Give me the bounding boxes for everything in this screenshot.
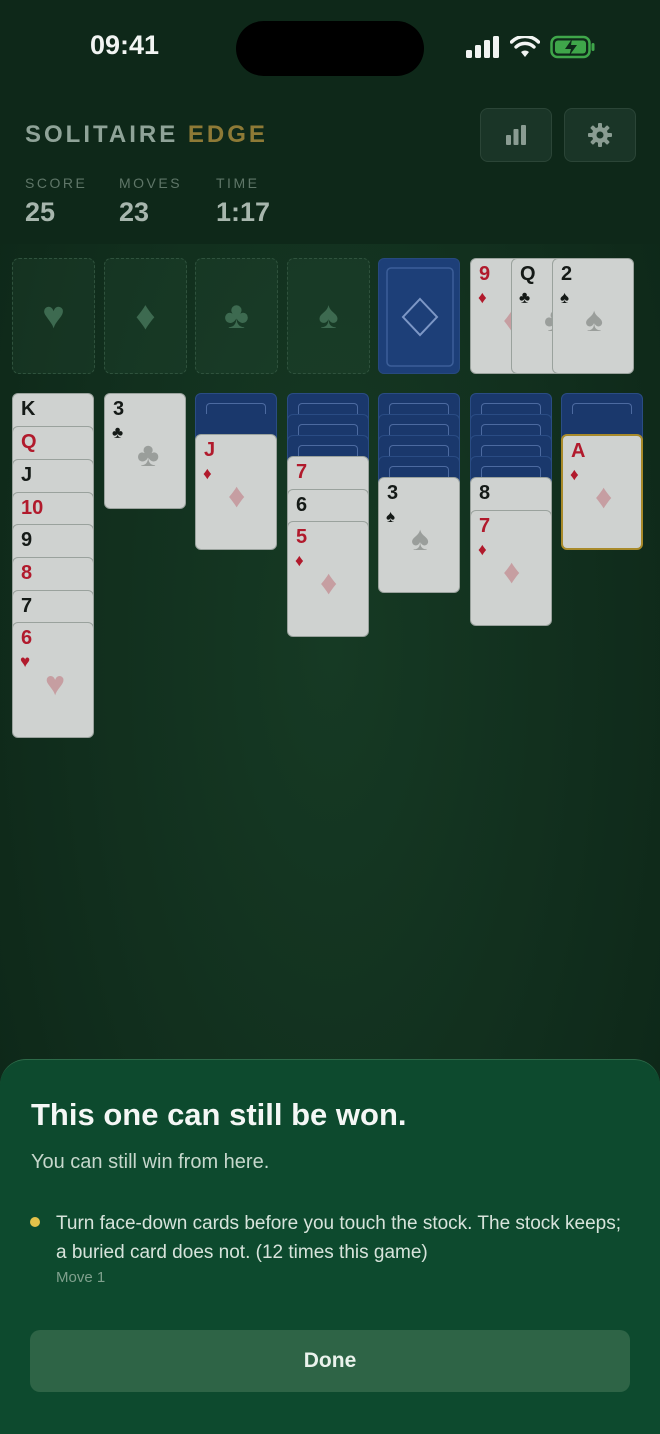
card-rank: J xyxy=(204,439,216,461)
battery-charging-icon xyxy=(550,35,595,59)
status-time: 09:41 xyxy=(90,30,160,60)
gear-icon xyxy=(588,123,612,147)
diamond-icon: ♦ xyxy=(320,564,338,602)
moves-stat: MOVES 23 xyxy=(119,175,182,228)
club-icon: ♣ xyxy=(112,423,124,442)
sheet-subtitle: You can still win from here. xyxy=(31,1151,270,1173)
heart-icon: ♥ xyxy=(45,665,66,703)
foundation-diamonds[interactable]: ♦ xyxy=(104,258,187,374)
foundation-clubs[interactable]: ♣ xyxy=(195,258,278,374)
card-rank: 7 xyxy=(21,595,33,617)
sheet-title: This one can still be won. xyxy=(31,1097,407,1132)
score-value: 25 xyxy=(25,197,56,227)
settings-button[interactable] xyxy=(564,108,636,162)
diamond-icon: ♦ xyxy=(478,540,487,559)
spade-icon: ♠ xyxy=(386,507,396,526)
app-title-accent: EDGE xyxy=(187,121,268,148)
stock-pile[interactable] xyxy=(378,258,460,374)
dynamic-island xyxy=(236,21,424,76)
tableau-card[interactable]: 7 ♦ ♦ xyxy=(470,510,552,626)
diamond-icon: ♦ xyxy=(503,553,521,591)
card-rank: 2 xyxy=(561,263,573,285)
app-title-main: SOLITAIRE xyxy=(25,121,179,148)
tableau-card[interactable]: J ♦ ♦ xyxy=(195,434,277,550)
card-back-diamond-icon xyxy=(386,267,454,367)
card-rank: Q xyxy=(21,431,37,453)
bullet-dot-icon xyxy=(30,1217,40,1227)
tableau-card[interactable]: 3 ♣ ♣ xyxy=(104,393,186,509)
app-title: SOLITAIRE EDGE xyxy=(25,121,268,149)
score-stat: SCORE 25 xyxy=(25,175,87,228)
status-icons xyxy=(466,34,596,60)
card-rank: J xyxy=(21,464,33,486)
wifi-icon xyxy=(510,36,540,57)
signal-icon xyxy=(466,36,499,58)
heart-icon: ♥ xyxy=(42,294,65,337)
club-icon: ♣ xyxy=(519,288,531,307)
diamond-icon: ♦ xyxy=(478,288,487,307)
tip-meta: Move 1 xyxy=(56,1269,106,1286)
card-rank: K xyxy=(21,398,36,420)
card-rank: A xyxy=(571,440,586,462)
spade-icon: ♠ xyxy=(585,301,604,339)
card-rank: 7 xyxy=(479,515,491,537)
time-value: 1:17 xyxy=(216,197,271,227)
card-rank: 6 xyxy=(21,627,33,649)
spade-icon: ♠ xyxy=(560,288,570,307)
card-rank: 3 xyxy=(387,482,399,504)
done-button[interactable]: Done xyxy=(30,1330,630,1392)
bar-chart-icon xyxy=(506,125,526,145)
card-rank: 5 xyxy=(296,526,308,548)
tableau-card[interactable]: 6 ♥ ♥ xyxy=(12,622,94,738)
foundation-spades[interactable]: ♠ xyxy=(287,258,370,374)
club-icon: ♣ xyxy=(224,294,249,337)
moves-value: 23 xyxy=(119,197,150,227)
time-label: TIME xyxy=(216,175,260,191)
diamond-icon: ♦ xyxy=(595,478,613,516)
time-stat: TIME 1:17 xyxy=(216,175,270,228)
tip-text: Turn face-down cards before you touch th… xyxy=(56,1213,622,1263)
tableau-card-highlighted[interactable]: A ♦ ♦ xyxy=(561,434,643,550)
card-rank: 6 xyxy=(296,494,308,516)
spade-icon: ♠ xyxy=(411,520,430,558)
spade-icon: ♠ xyxy=(318,294,339,337)
score-label: SCORE xyxy=(25,175,88,191)
foundation-hearts[interactable]: ♥ xyxy=(12,258,95,374)
card-rank: 9 xyxy=(21,529,33,551)
card-rank: 3 xyxy=(113,398,125,420)
heart-icon: ♥ xyxy=(20,652,31,671)
diamond-icon: ♦ xyxy=(203,464,212,483)
stats-button[interactable] xyxy=(480,108,552,162)
card-rank: Q xyxy=(520,263,536,285)
card-rank: 7 xyxy=(296,461,308,483)
tableau-card[interactable]: 3 ♠ ♠ xyxy=(378,477,460,593)
waste-top-card[interactable]: 2 ♠ ♠ xyxy=(552,258,634,374)
moves-label: MOVES xyxy=(119,175,183,191)
card-rank: 8 xyxy=(21,562,33,584)
card-rank: 10 xyxy=(21,497,44,519)
diamond-icon: ♦ xyxy=(295,551,304,570)
card-rank: 9 xyxy=(479,263,491,285)
hint-sheet: This one can still be won. You can still… xyxy=(0,1059,660,1434)
diamond-icon: ♦ xyxy=(135,293,156,338)
tableau-card[interactable]: 5 ♦ ♦ xyxy=(287,521,369,637)
game-screen: 09:41 SOLITAIRE EDGE SCORE 25 MOVES 23 T… xyxy=(0,0,660,1434)
diamond-icon: ♦ xyxy=(570,465,579,484)
diamond-icon: ♦ xyxy=(228,477,246,515)
club-icon: ♣ xyxy=(137,436,160,474)
card-rank: 8 xyxy=(479,482,491,504)
